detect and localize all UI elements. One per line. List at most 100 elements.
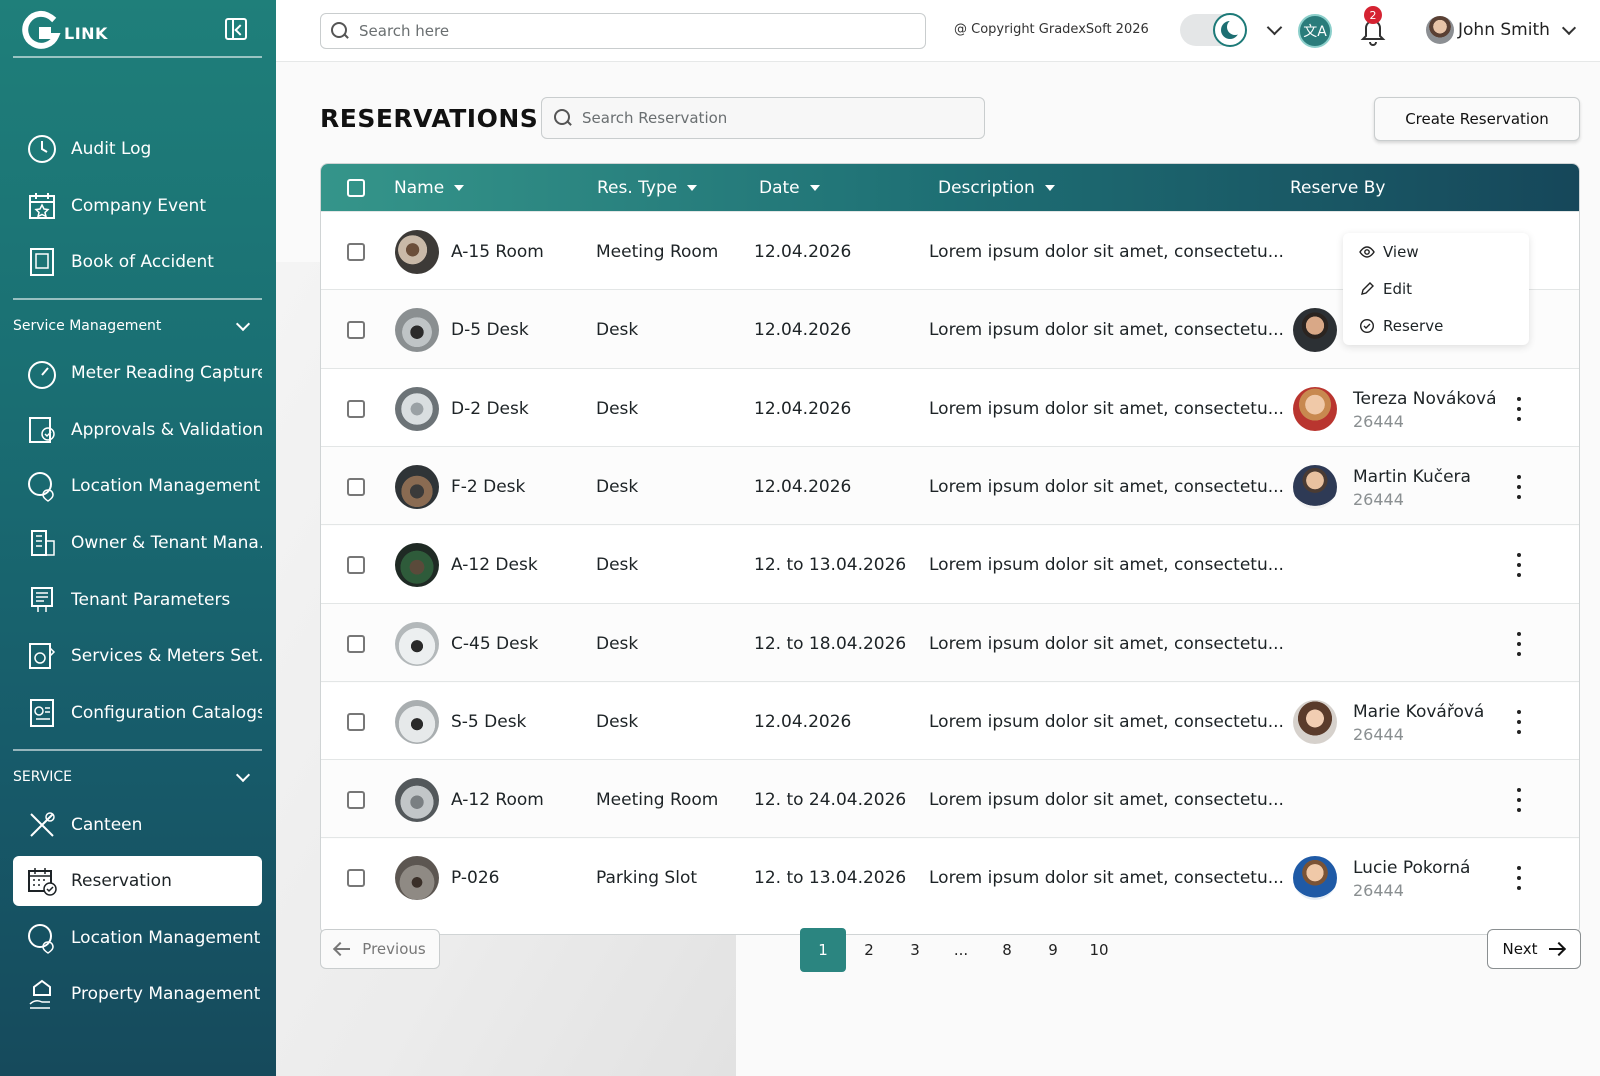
row-checkbox[interactable] [347,399,365,418]
menu-item-view[interactable]: View [1343,233,1529,270]
table-row[interactable]: F-2 Desk Desk 12.04.2026 Lorem ipsum dolor … [321,445,1579,526]
reservation-search[interactable] [541,97,985,139]
cell-desc: Lorem ipsum dolor sit amet, consectetu..… [929,398,1284,419]
col-date[interactable]: Date [759,178,820,198]
reserved-by-name: Tereza Nováková [1353,388,1497,409]
create-reservation-button[interactable]: Create Reservation [1374,97,1580,141]
section-service-management[interactable]: Service Management [13,314,262,338]
sidebar-item-configuration-catalogs[interactable]: Configuration Catalogs [13,688,262,738]
avatar [1293,464,1337,509]
select-all-checkbox[interactable] [347,179,365,197]
cell-name: D-5 Desk [451,320,529,341]
property-hand-icon [25,977,59,1011]
location-pin-icon [25,469,59,503]
global-search[interactable] [320,13,926,49]
table-row[interactable]: D-2 Desk Desk 12.04.2026 Lorem ipsum dolor … [321,367,1579,448]
reservation-search-input[interactable] [582,109,984,127]
sidebar-item-company-event[interactable]: Company Event [13,181,262,231]
more-actions-icon[interactable] [1509,866,1529,891]
parameters-icon [25,583,59,617]
theme-toggle[interactable] [1180,13,1247,47]
main-content: RESERVATIONS Create Reservation Name Res… [276,62,1600,1076]
table-row[interactable]: P-026 Parking Slot 12. to 13.04.2026 Lorem … [321,837,1579,917]
cell-date: 12. to 13.04.2026 [754,868,907,889]
gauge-icon [25,356,59,390]
table-row[interactable]: C-45 Desk Desk 12. to 18.04.2026 Lorem ipsu… [321,602,1579,683]
col-name[interactable]: Name [394,178,465,198]
translate-icon[interactable]: 文A [1298,14,1332,48]
more-actions-icon[interactable] [1509,474,1529,499]
avatar [1293,699,1337,744]
row-checkbox[interactable] [347,869,365,888]
cell-desc: Lorem ipsum dolor sit amet, consectetu..… [929,476,1284,497]
menu-item-reserve[interactable]: Reserve [1343,307,1529,344]
page-button[interactable]: 10 [1076,928,1122,972]
collapse-sidebar-icon[interactable] [225,18,247,40]
resource-thumbnail [395,856,439,901]
resource-thumbnail [395,308,439,353]
sidebar-item-tenant-parameters[interactable]: Tenant Parameters [13,575,262,625]
cell-name: A-12 Desk [451,555,538,576]
sidebar-item-location-management-2[interactable]: Location Management [13,913,262,963]
page-button[interactable]: 1 [800,928,846,972]
sidebar-item-audit-log[interactable]: Audit Log [13,124,262,174]
more-actions-icon[interactable] [1509,396,1529,421]
cutlery-icon [25,808,59,842]
sidebar-item-approvals[interactable]: Approvals & Validation [13,405,262,455]
more-actions-icon[interactable] [1509,709,1529,734]
page-button[interactable]: 3 [892,928,938,972]
divider [13,749,262,751]
reserved-by-id: 26444 [1353,724,1404,744]
row-checkbox[interactable] [347,243,365,261]
previous-page-button[interactable]: Previous [320,929,440,969]
chevron-down-icon [1561,20,1576,35]
more-actions-icon[interactable] [1509,553,1529,578]
arrow-left-icon [334,943,351,955]
col-res-type[interactable]: Res. Type [597,178,698,198]
more-actions-icon[interactable] [1509,788,1529,813]
sidebar-item-location-management[interactable]: Location Management [13,461,262,511]
page-button[interactable]: 9 [1030,928,1076,972]
row-checkbox[interactable] [347,712,365,731]
brand-logo-icon [22,10,61,49]
row-checkbox[interactable] [347,321,365,340]
catalog-icon [25,696,59,730]
col-reserve-by: Reserve By [1290,178,1386,198]
sidebar: LINK Audit Log Company Event Book of Acc… [0,0,276,1076]
sidebar-item-property-management[interactable]: Property Management [13,969,262,1019]
user-menu[interactable]: John Smith [1426,16,1576,44]
sidebar-item-meter-reading[interactable]: Meter Reading Capture [13,348,262,398]
row-checkbox[interactable] [347,634,365,653]
page-button[interactable]: 8 [984,928,1030,972]
sidebar-item-canteen[interactable]: Canteen [13,800,262,850]
pagination: 1 2 3... 8 9 10 [800,928,1122,972]
chevron-down-icon[interactable] [1266,19,1283,36]
sidebar-item-services-meters[interactable]: Services & Meters Set... [13,631,262,681]
sidebar-item-reservation[interactable]: Reservation [13,856,262,906]
cell-type: Desk [596,320,639,341]
sidebar-item-book-of-accident[interactable]: Book of Accident [13,237,262,287]
resource-thumbnail [395,230,439,274]
table-row[interactable]: S-5 Desk Desk 12.04.2026 Lorem ipsum dolor … [321,680,1579,761]
row-checkbox[interactable] [347,556,365,575]
more-actions-icon[interactable] [1509,631,1529,656]
table-header: Name Res. Type Date Description Reserve … [321,164,1579,211]
clock-icon [25,132,59,166]
global-search-input[interactable] [359,22,925,40]
page-button[interactable]: 2 [846,928,892,972]
resource-thumbnail [395,543,439,588]
section-service[interactable]: SERVICE [13,765,262,789]
table-row[interactable]: A-12 Desk Desk 12. to 13.04.2026 Lorem ipsu… [321,524,1579,604]
row-checkbox[interactable] [347,791,365,810]
cell-type: Desk [596,555,639,576]
table-row[interactable]: A-12 Room Meeting Room 12. to 24.04.2026 Lo… [321,759,1579,840]
chevron-down-icon [235,767,251,782]
cell-date: 12.04.2026 [754,242,852,262]
col-description[interactable]: Description [938,178,1055,198]
menu-item-edit[interactable]: Edit [1343,270,1529,307]
notification-badge: 2 [1364,6,1382,24]
cell-name: D-2 Desk [451,398,529,419]
next-page-button[interactable]: Next [1487,929,1581,969]
sidebar-item-owner-tenant[interactable]: Owner & Tenant Mana... [13,518,262,568]
row-checkbox[interactable] [347,477,365,496]
